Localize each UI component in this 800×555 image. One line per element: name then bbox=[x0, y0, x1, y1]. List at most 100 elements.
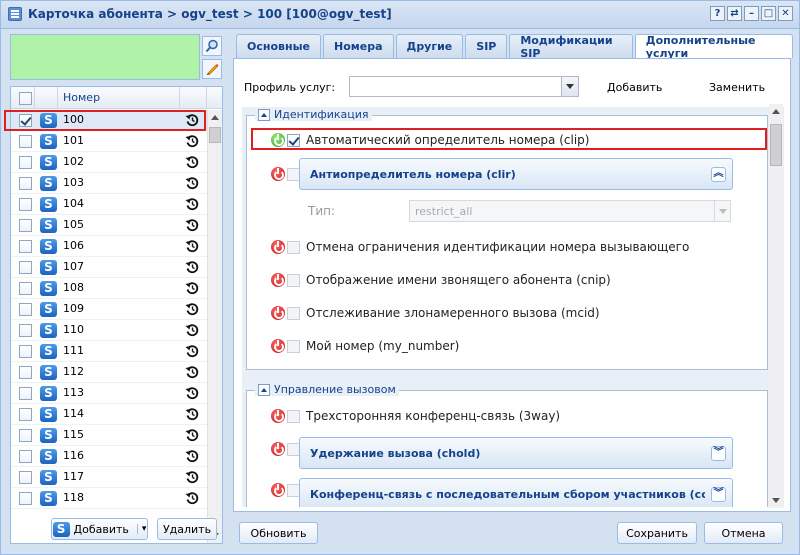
expand-down-icon[interactable]: ︾ bbox=[711, 446, 726, 461]
power-off-icon[interactable] bbox=[271, 273, 285, 287]
profile-replace-button[interactable]: Заменить bbox=[709, 81, 765, 94]
list-item[interactable]: S 108 bbox=[11, 278, 207, 299]
power-off-icon[interactable] bbox=[271, 483, 285, 497]
dropdown-arrow-icon[interactable]: ▾ bbox=[136, 524, 146, 534]
reset-icon[interactable] bbox=[185, 386, 199, 403]
row-checkbox[interactable] bbox=[19, 240, 32, 253]
power-off-icon[interactable] bbox=[271, 167, 285, 181]
scroll-thumb[interactable] bbox=[770, 124, 782, 166]
power-off-icon[interactable] bbox=[271, 240, 285, 254]
reset-icon[interactable] bbox=[185, 239, 199, 256]
list-item[interactable]: S 106 bbox=[11, 236, 207, 257]
save-button[interactable]: Сохранить bbox=[617, 522, 697, 544]
reset-icon[interactable] bbox=[185, 491, 199, 508]
expand-down-icon[interactable]: ︾ bbox=[711, 487, 726, 502]
list-item[interactable]: S 107 bbox=[11, 257, 207, 278]
row-checkbox[interactable] bbox=[19, 282, 32, 295]
list-item[interactable]: S 102 bbox=[11, 152, 207, 173]
row-checkbox[interactable] bbox=[19, 303, 32, 316]
add-subscriber-button[interactable]: S Добавить ▾ bbox=[51, 518, 148, 540]
power-off-icon[interactable] bbox=[271, 409, 285, 423]
reset-icon[interactable] bbox=[185, 365, 199, 382]
power-off-icon[interactable] bbox=[271, 442, 285, 456]
reset-icon[interactable] bbox=[185, 407, 199, 424]
select-all-checkbox[interactable] bbox=[19, 92, 32, 105]
reset-icon[interactable] bbox=[185, 323, 199, 340]
reset-icon[interactable] bbox=[185, 176, 199, 193]
scroll-thumb[interactable] bbox=[209, 127, 221, 143]
filter-area[interactable] bbox=[10, 34, 200, 80]
reset-icon[interactable] bbox=[185, 470, 199, 487]
restore-icon[interactable]: ⇄ bbox=[727, 6, 742, 21]
list-item[interactable]: S 117 bbox=[11, 467, 207, 488]
row-checkbox[interactable] bbox=[19, 135, 32, 148]
cnip-checkbox[interactable] bbox=[287, 274, 300, 287]
list-item[interactable]: S 111 bbox=[11, 341, 207, 362]
services-scrollbar[interactable] bbox=[769, 104, 783, 508]
reset-icon[interactable] bbox=[185, 302, 199, 319]
list-item[interactable]: S 110 bbox=[11, 320, 207, 341]
tab-2[interactable]: Другие bbox=[395, 34, 464, 58]
list-item[interactable]: S 109 bbox=[11, 299, 207, 320]
profile-add-button[interactable]: Добавить bbox=[607, 81, 662, 94]
row-checkbox[interactable] bbox=[19, 156, 32, 169]
mcid-checkbox[interactable] bbox=[287, 307, 300, 320]
list-item[interactable]: S 104 bbox=[11, 194, 207, 215]
row-checkbox[interactable] bbox=[19, 177, 32, 190]
tab-0[interactable]: Основные bbox=[236, 34, 321, 58]
list-item[interactable]: S 105 bbox=[11, 215, 207, 236]
row-checkbox[interactable] bbox=[19, 198, 32, 211]
combo-arrow-icon[interactable] bbox=[561, 77, 578, 96]
service-profile-combo[interactable] bbox=[349, 76, 579, 97]
list-item[interactable]: S 118 bbox=[11, 488, 207, 509]
collapse-up-icon[interactable]: ︽ bbox=[711, 167, 726, 182]
list-item[interactable]: S 114 bbox=[11, 404, 207, 425]
reset-icon[interactable] bbox=[185, 428, 199, 445]
row-checkbox[interactable] bbox=[19, 387, 32, 400]
reset-icon[interactable] bbox=[185, 344, 199, 361]
edit-button[interactable] bbox=[202, 59, 222, 79]
reset-icon[interactable] bbox=[185, 155, 199, 172]
list-item[interactable]: S 116 bbox=[11, 446, 207, 467]
list-item[interactable]: S 103 bbox=[11, 173, 207, 194]
list-item[interactable]: S 101 bbox=[11, 131, 207, 152]
reset-icon[interactable] bbox=[185, 197, 199, 214]
maximize-button[interactable]: □ bbox=[761, 6, 776, 21]
refresh-button[interactable]: Обновить bbox=[239, 522, 318, 544]
close-button[interactable]: ✕ bbox=[778, 6, 793, 21]
row-checkbox[interactable] bbox=[19, 429, 32, 442]
list-item[interactable]: S 113 bbox=[11, 383, 207, 404]
scroll-down-icon[interactable] bbox=[772, 498, 780, 503]
reset-icon[interactable] bbox=[185, 449, 199, 466]
row-checkbox[interactable] bbox=[19, 408, 32, 421]
collapse-call-control-icon[interactable] bbox=[258, 383, 270, 396]
help-button[interactable]: ? bbox=[710, 6, 725, 21]
list-scrollbar[interactable] bbox=[207, 110, 222, 543]
reset-icon[interactable] bbox=[185, 260, 199, 277]
reset-icon[interactable] bbox=[185, 134, 199, 151]
scroll-up-icon[interactable] bbox=[211, 115, 219, 120]
power-off-icon[interactable] bbox=[271, 339, 285, 353]
tab-1[interactable]: Номера bbox=[323, 34, 394, 58]
colr-checkbox[interactable] bbox=[287, 241, 300, 254]
tab-4[interactable]: Модификации SIP bbox=[509, 34, 633, 60]
list-item[interactable]: S 115 bbox=[11, 425, 207, 446]
power-off-icon[interactable] bbox=[271, 306, 285, 320]
tab-3[interactable]: SIP bbox=[465, 34, 508, 58]
row-checkbox[interactable] bbox=[19, 471, 32, 484]
my-number-checkbox[interactable] bbox=[287, 340, 300, 353]
row-checkbox[interactable] bbox=[19, 261, 32, 274]
row-checkbox[interactable] bbox=[19, 366, 32, 379]
row-checkbox[interactable] bbox=[19, 450, 32, 463]
search-button[interactable] bbox=[202, 36, 222, 56]
scroll-up-icon[interactable] bbox=[772, 109, 780, 114]
reset-icon[interactable] bbox=[185, 281, 199, 298]
row-checkbox[interactable] bbox=[19, 219, 32, 232]
three-way-checkbox[interactable] bbox=[287, 410, 300, 423]
list-item[interactable]: S 112 bbox=[11, 362, 207, 383]
minimize-button[interactable]: – bbox=[744, 6, 759, 21]
reset-icon[interactable] bbox=[185, 218, 199, 235]
collapse-identification-icon[interactable] bbox=[258, 108, 270, 121]
cancel-button[interactable]: Отмена bbox=[704, 522, 783, 544]
tab-5[interactable]: Дополнительные услуги bbox=[634, 34, 793, 60]
